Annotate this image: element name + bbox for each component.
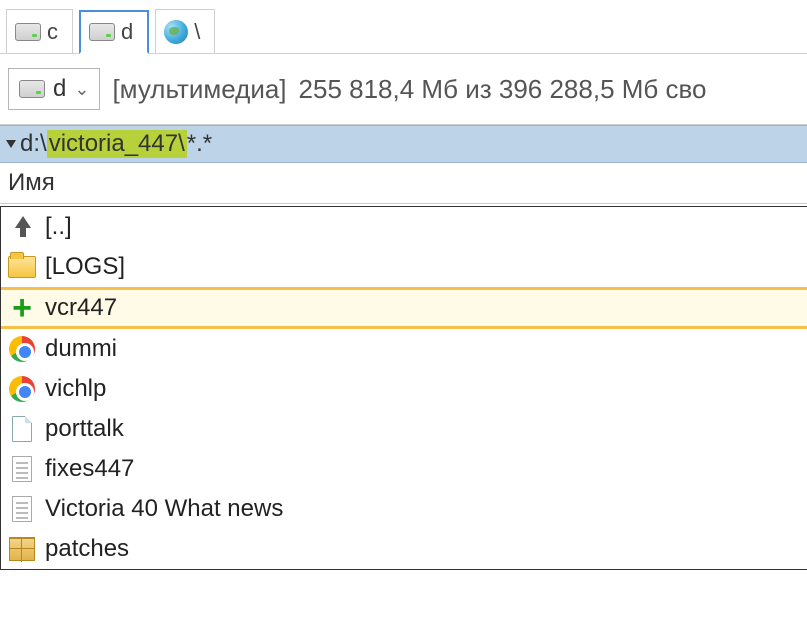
tab-drive-c[interactable]: c xyxy=(6,9,73,53)
tab-label: \ xyxy=(194,19,200,45)
list-item-fixes447[interactable]: fixes447 xyxy=(1,449,807,489)
chevron-down-icon: ⌄ xyxy=(74,79,89,100)
path-prefix: d:\ xyxy=(20,130,47,158)
archive-icon xyxy=(7,537,37,561)
drive-space-info: 255 818,4 Мб из 396 288,5 Мб сво xyxy=(299,74,707,105)
drive-letter: d xyxy=(53,75,66,103)
item-label: vichlp xyxy=(45,375,106,403)
plus-icon: + xyxy=(7,298,37,318)
folder-icon xyxy=(7,256,37,278)
list-item-whatnews[interactable]: Victoria 40 What news xyxy=(1,489,807,529)
chrome-icon xyxy=(7,336,37,362)
path-bar[interactable]: d:\victoria_447\*.* xyxy=(0,125,807,163)
item-label: fixes447 xyxy=(45,455,134,483)
item-label: porttalk xyxy=(45,415,124,443)
item-label: dummi xyxy=(45,335,117,363)
tab-label: d xyxy=(121,19,133,45)
file-list: [..] [LOGS] + vcr447 dummi vichlp portta… xyxy=(0,206,807,570)
item-label: Victoria 40 What news xyxy=(45,495,283,523)
list-item-dummi[interactable]: dummi xyxy=(1,329,807,369)
path-caret-icon xyxy=(6,140,16,148)
list-item-vcr447[interactable]: + vcr447 xyxy=(1,287,807,329)
list-item-up[interactable]: [..] xyxy=(1,207,807,247)
text-file-icon xyxy=(7,496,37,522)
chrome-icon xyxy=(7,376,37,402)
list-item-folder[interactable]: [LOGS] xyxy=(1,247,807,287)
item-label: [LOGS] xyxy=(45,253,125,281)
list-item-vichlp[interactable]: vichlp xyxy=(1,369,807,409)
drive-volume-label: [мультимедиа] xyxy=(112,74,286,105)
drive-dropdown[interactable]: d ⌄ xyxy=(8,68,100,110)
drive-icon xyxy=(19,80,45,98)
list-item-patches[interactable]: patches xyxy=(1,529,807,569)
document-icon xyxy=(7,416,37,442)
drive-tabs: c d \ xyxy=(0,0,807,54)
up-arrow-icon xyxy=(7,216,37,238)
item-label: [..] xyxy=(45,213,72,241)
item-label: patches xyxy=(45,535,129,563)
path-folder-highlight: victoria_447\ xyxy=(47,130,187,158)
text-file-icon xyxy=(7,456,37,482)
tab-label: c xyxy=(47,19,58,45)
item-label: vcr447 xyxy=(45,294,117,322)
globe-icon xyxy=(164,20,188,44)
tab-network[interactable]: \ xyxy=(155,9,215,53)
column-header-name[interactable]: Имя xyxy=(0,163,807,204)
drive-icon xyxy=(89,23,115,41)
list-item-porttalk[interactable]: porttalk xyxy=(1,409,807,449)
drive-icon xyxy=(15,23,41,41)
drive-bar: d ⌄ [мультимедиа] 255 818,4 Мб из 396 28… xyxy=(0,54,807,125)
tab-drive-d[interactable]: d xyxy=(79,10,149,54)
path-suffix: *.* xyxy=(187,130,212,158)
